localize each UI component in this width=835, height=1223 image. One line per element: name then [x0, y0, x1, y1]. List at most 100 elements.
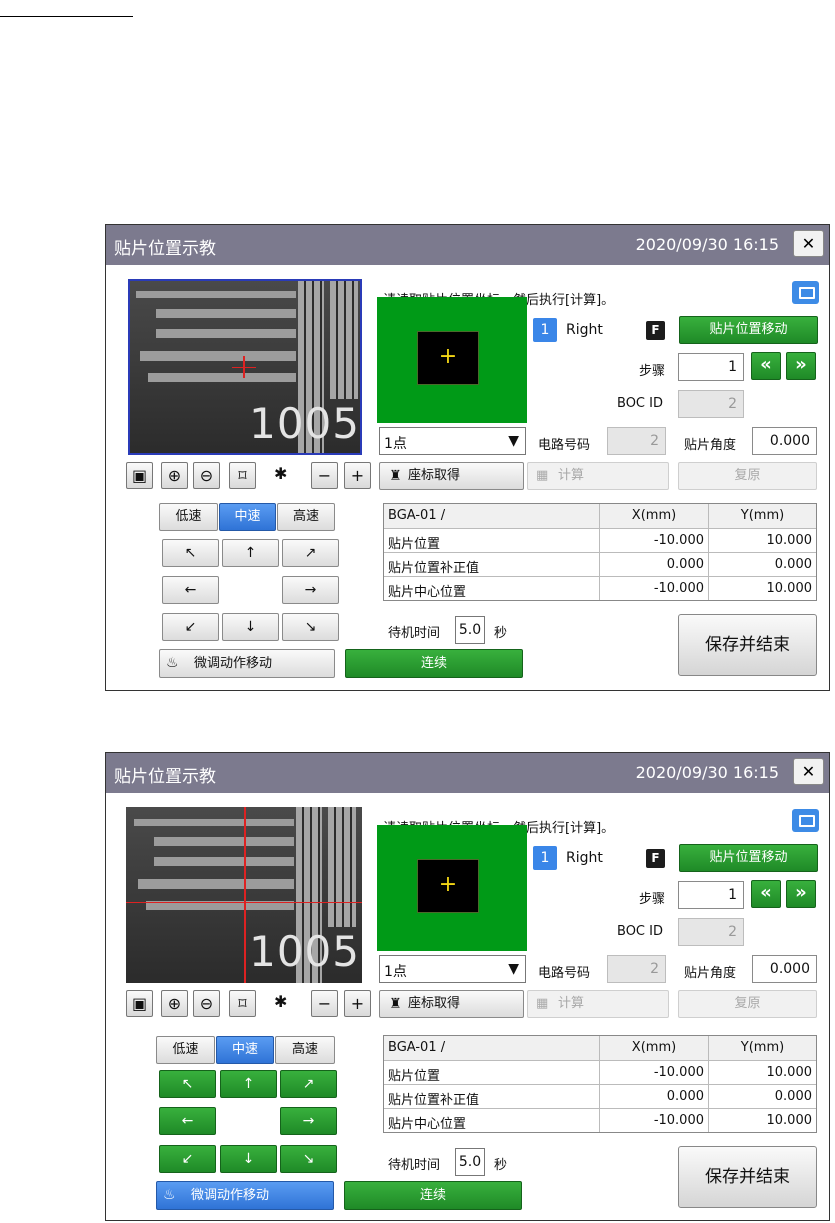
- table-cell: 10.000: [766, 533, 813, 548]
- boc-id-input: 2: [678, 918, 744, 946]
- plus-icon[interactable]: +: [344, 990, 371, 1017]
- prev-step-button[interactable]: «: [751, 352, 781, 380]
- move-to-position-button[interactable]: 贴片位置移动: [679, 844, 818, 872]
- next-step-button[interactable]: »: [786, 880, 816, 908]
- table-row[interactable]: 贴片位置 -10.000 10.000: [384, 1060, 816, 1084]
- fine-move-button[interactable]: 微调动作移动: [156, 1181, 334, 1210]
- speed-mid-button[interactable]: 中速: [216, 1036, 274, 1064]
- speed-mid-button[interactable]: 中速: [219, 503, 276, 531]
- zoom-out-icon[interactable]: ⊖: [193, 990, 220, 1017]
- minus-icon[interactable]: −: [311, 462, 338, 489]
- fit-view-icon[interactable]: ⌑: [229, 462, 256, 489]
- jog-down-left-button[interactable]: ↙: [159, 1145, 216, 1173]
- table-header-cell: X(mm): [600, 504, 709, 528]
- wait-time-input[interactable]: 5.0: [455, 616, 485, 644]
- wait-label: 待机时间: [388, 626, 441, 641]
- jog-right-button[interactable]: →: [280, 1107, 337, 1135]
- save-and-finish-button[interactable]: 保存并结束: [678, 614, 817, 676]
- step-label: 步骤: [639, 892, 666, 907]
- circuit-number-input: 2: [607, 955, 666, 983]
- close-button[interactable]: ✕: [793, 230, 824, 257]
- head-number-badge: 1: [533, 846, 557, 870]
- continuous-button[interactable]: 连续: [345, 649, 523, 678]
- wait-unit: 秒: [494, 1158, 508, 1173]
- speed-low-button[interactable]: 低速: [159, 503, 218, 531]
- table-cell: 0.000: [600, 1085, 709, 1108]
- table-header-cell: Y(mm): [740, 508, 785, 523]
- screen-icon[interactable]: [792, 809, 819, 832]
- coord-pin-icon: ♜: [389, 468, 402, 484]
- fine-move-icon: ♨: [166, 655, 179, 671]
- speed-low-button[interactable]: 低速: [156, 1036, 215, 1064]
- jog-up-left-button[interactable]: ↖: [159, 1070, 216, 1098]
- jog-up-right-button[interactable]: ↗: [280, 1070, 337, 1098]
- minus-icon[interactable]: −: [311, 990, 338, 1017]
- restore-button[interactable]: 复原: [678, 462, 817, 490]
- angle-input[interactable]: 0.000: [752, 427, 817, 455]
- calculate-button[interactable]: 计算: [527, 990, 669, 1018]
- table-row[interactable]: 贴片位置补正值 0.000 0.000: [384, 552, 816, 576]
- table-cell: -10.000: [600, 1061, 709, 1084]
- table-row[interactable]: 贴片位置补正值 0.000 0.000: [384, 1084, 816, 1108]
- jog-up-left-button[interactable]: ↖: [162, 539, 219, 567]
- jog-down-right-button[interactable]: ↘: [282, 613, 339, 641]
- jog-up-right-button[interactable]: ↗: [282, 539, 339, 567]
- table-header-cell: X(mm): [600, 1036, 709, 1060]
- zoom-in-icon[interactable]: ⊕: [161, 462, 188, 489]
- step-input[interactable]: 1: [678, 881, 744, 909]
- next-step-button[interactable]: »: [786, 352, 816, 380]
- table-cell: -10.000: [600, 1109, 709, 1132]
- table-row[interactable]: 贴片位置 -10.000 10.000: [384, 528, 816, 552]
- table-cell: 贴片中心位置: [384, 577, 600, 600]
- camera-border: [128, 279, 362, 455]
- screen-icon[interactable]: [792, 281, 819, 304]
- camera-view[interactable]: 1005: [126, 807, 362, 983]
- zoom-out-icon[interactable]: ⊖: [193, 462, 220, 489]
- jog-up-button[interactable]: ↑: [222, 539, 279, 567]
- camera-view[interactable]: 1005: [128, 279, 362, 455]
- jog-down-button[interactable]: ↓: [220, 1145, 277, 1173]
- f-badge-icon: F: [646, 321, 665, 340]
- calculate-button[interactable]: 计算: [527, 462, 669, 490]
- plus-icon[interactable]: +: [344, 462, 371, 489]
- jog-right-button[interactable]: →: [282, 576, 339, 604]
- point-select[interactable]: 1点 ▼: [379, 427, 526, 455]
- speed-high-button[interactable]: 高速: [277, 503, 335, 531]
- dialog-title: 贴片位置示教: [114, 767, 216, 787]
- table-header-cell: Y(mm): [740, 1040, 785, 1055]
- restore-button[interactable]: 复原: [678, 990, 817, 1018]
- table-cell: 0.000: [774, 557, 812, 572]
- position-table: BGA-01 / X(mm) Y(mm) 贴片位置 -10.000 10.000…: [383, 503, 817, 601]
- continuous-button[interactable]: 连续: [344, 1181, 522, 1210]
- jog-left-button[interactable]: ←: [162, 576, 219, 604]
- table-row[interactable]: 贴片中心位置 -10.000 10.000: [384, 576, 816, 600]
- light-icon[interactable]: ✱: [274, 992, 287, 1011]
- table-row[interactable]: 贴片中心位置 -10.000 10.000: [384, 1108, 816, 1132]
- angle-input[interactable]: 0.000: [752, 955, 817, 983]
- speed-high-button[interactable]: 高速: [275, 1036, 335, 1064]
- crosshair-icon: +: [417, 331, 479, 385]
- save-and-finish-button[interactable]: 保存并结束: [678, 1146, 817, 1208]
- move-to-position-button[interactable]: 贴片位置移动: [679, 316, 818, 344]
- zoom-in-icon[interactable]: ⊕: [161, 990, 188, 1017]
- prev-step-button[interactable]: «: [751, 880, 781, 908]
- wait-time-input[interactable]: 5.0: [455, 1148, 485, 1176]
- step-input[interactable]: 1: [678, 353, 744, 381]
- crosshair-v: [244, 807, 246, 983]
- fine-move-button[interactable]: 微调动作移动: [159, 649, 335, 678]
- jog-down-right-button[interactable]: ↘: [280, 1145, 337, 1173]
- snapshot-icon[interactable]: ▣: [126, 990, 153, 1017]
- camera-chip-text: 1005: [249, 927, 360, 976]
- close-button[interactable]: ✕: [793, 758, 824, 785]
- head-side: Right: [566, 322, 603, 338]
- snapshot-icon[interactable]: ▣: [126, 462, 153, 489]
- jog-left-button[interactable]: ←: [159, 1107, 216, 1135]
- light-icon[interactable]: ✱: [274, 464, 287, 483]
- jog-up-button[interactable]: ↑: [220, 1070, 277, 1098]
- point-select[interactable]: 1点 ▼: [379, 955, 526, 983]
- jog-down-left-button[interactable]: ↙: [162, 613, 219, 641]
- jog-down-button[interactable]: ↓: [222, 613, 279, 641]
- f-badge-icon: F: [646, 849, 665, 868]
- coord-pin-icon: ♜: [389, 996, 402, 1012]
- fit-view-icon[interactable]: ⌑: [229, 990, 256, 1017]
